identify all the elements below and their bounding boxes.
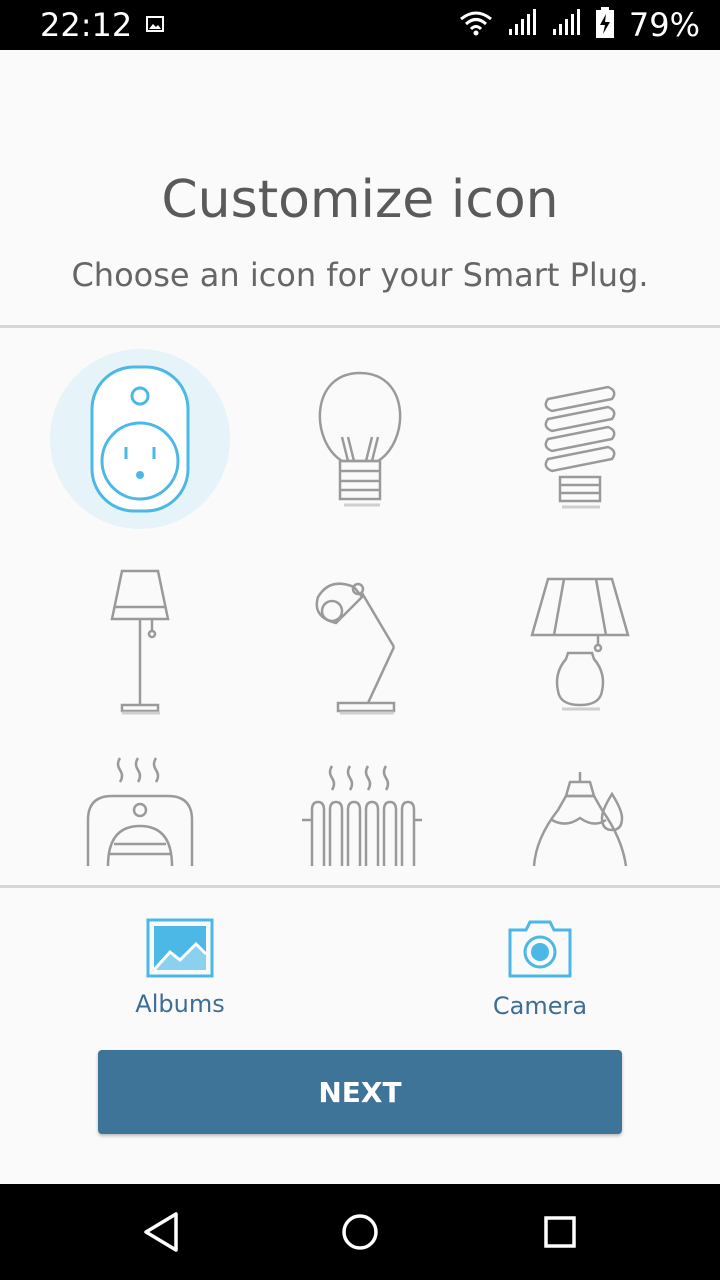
icon-grid <box>0 328 720 886</box>
recents-icon[interactable] <box>530 1202 590 1262</box>
camera-icon <box>504 920 576 984</box>
battery-charging-icon <box>595 7 615 43</box>
status-bar: 22:12 79% <box>0 0 720 50</box>
desk-lamp-icon <box>315 582 396 715</box>
page-title: Customize icon <box>161 170 559 230</box>
icon-option-desk-lamp[interactable] <box>270 541 450 721</box>
icon-option-table-lamp[interactable] <box>490 541 670 721</box>
albums-icon <box>146 918 214 982</box>
floor-lamp-icon <box>110 569 170 715</box>
icon-option-radiator[interactable] <box>270 748 450 886</box>
next-button[interactable]: NEXT <box>98 1050 622 1134</box>
battery-percent: 79% <box>628 6 700 44</box>
icon-option-space-heater[interactable] <box>50 748 230 886</box>
radiator-icon <box>302 765 422 866</box>
page-subtitle: Choose an icon for your Smart Plug. <box>71 256 649 294</box>
cfl-bulb-icon <box>544 385 616 509</box>
bottom-divider <box>0 885 720 888</box>
space-heater-icon <box>86 757 194 867</box>
humidifier-icon <box>532 772 628 867</box>
signal-icon <box>507 9 537 41</box>
icon-option-cfl-bulb[interactable] <box>490 349 670 529</box>
albums-button[interactable]: Albums <box>90 918 270 1018</box>
camera-button[interactable]: Camera <box>450 918 630 1020</box>
icon-option-humidifier[interactable] <box>490 748 670 886</box>
back-icon[interactable] <box>130 1202 190 1262</box>
icon-option-light-bulb[interactable] <box>270 349 450 529</box>
table-lamp-icon <box>530 577 630 711</box>
light-bulb-icon <box>318 371 402 507</box>
albums-label: Albums <box>135 990 225 1018</box>
camera-label: Camera <box>492 992 588 1020</box>
signal-icon-2 <box>551 9 581 41</box>
navigation-bar <box>0 1184 720 1280</box>
gallery-notification-icon <box>146 16 164 36</box>
icon-option-smart-plug[interactable] <box>50 349 230 529</box>
wifi-icon <box>459 10 493 40</box>
smart-plug-icon <box>50 349 230 529</box>
status-time: 22:12 <box>40 6 133 44</box>
home-icon[interactable] <box>330 1202 390 1262</box>
header: Customize icon Choose an icon for your S… <box>0 50 720 325</box>
icon-option-floor-lamp[interactable] <box>50 541 230 721</box>
